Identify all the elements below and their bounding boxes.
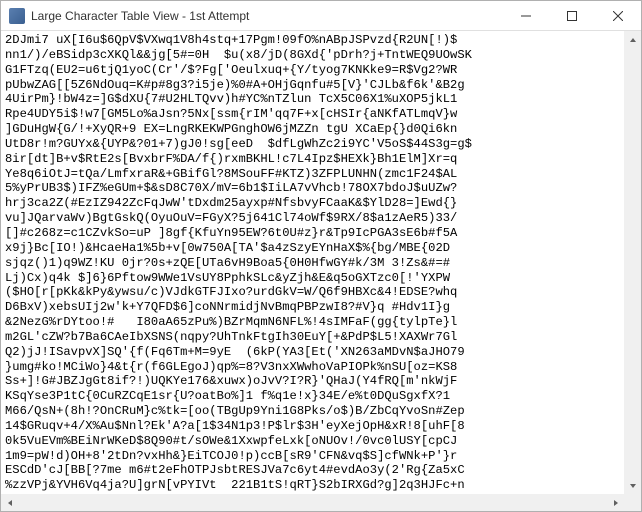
title-bar[interactable]: Large Character Table View - 1st Attempt — [1, 1, 641, 31]
scrollbar-corner — [624, 494, 641, 511]
app-icon — [9, 8, 25, 24]
maximize-button[interactable] — [549, 1, 595, 31]
scroll-left-button[interactable] — [1, 494, 18, 511]
character-table-text: 2DJmi7 uX[I6u$6QpV$VXwq1V8h4stq+17Pgm!09… — [5, 33, 641, 511]
scroll-right-button[interactable] — [607, 494, 624, 511]
minimize-button[interactable] — [503, 1, 549, 31]
vertical-scroll-track[interactable] — [624, 48, 641, 477]
horizontal-scrollbar[interactable] — [1, 494, 624, 511]
vertical-scrollbar[interactable] — [624, 31, 641, 494]
app-window: Large Character Table View - 1st Attempt… — [0, 0, 642, 512]
scroll-down-button[interactable] — [624, 477, 641, 494]
window-title: Large Character Table View - 1st Attempt — [31, 9, 249, 23]
horizontal-scroll-track[interactable] — [18, 494, 607, 511]
close-button[interactable] — [595, 1, 641, 31]
scroll-up-button[interactable] — [624, 31, 641, 48]
client-area: 2DJmi7 uX[I6u$6QpV$VXwq1V8h4stq+17Pgm!09… — [1, 31, 641, 511]
